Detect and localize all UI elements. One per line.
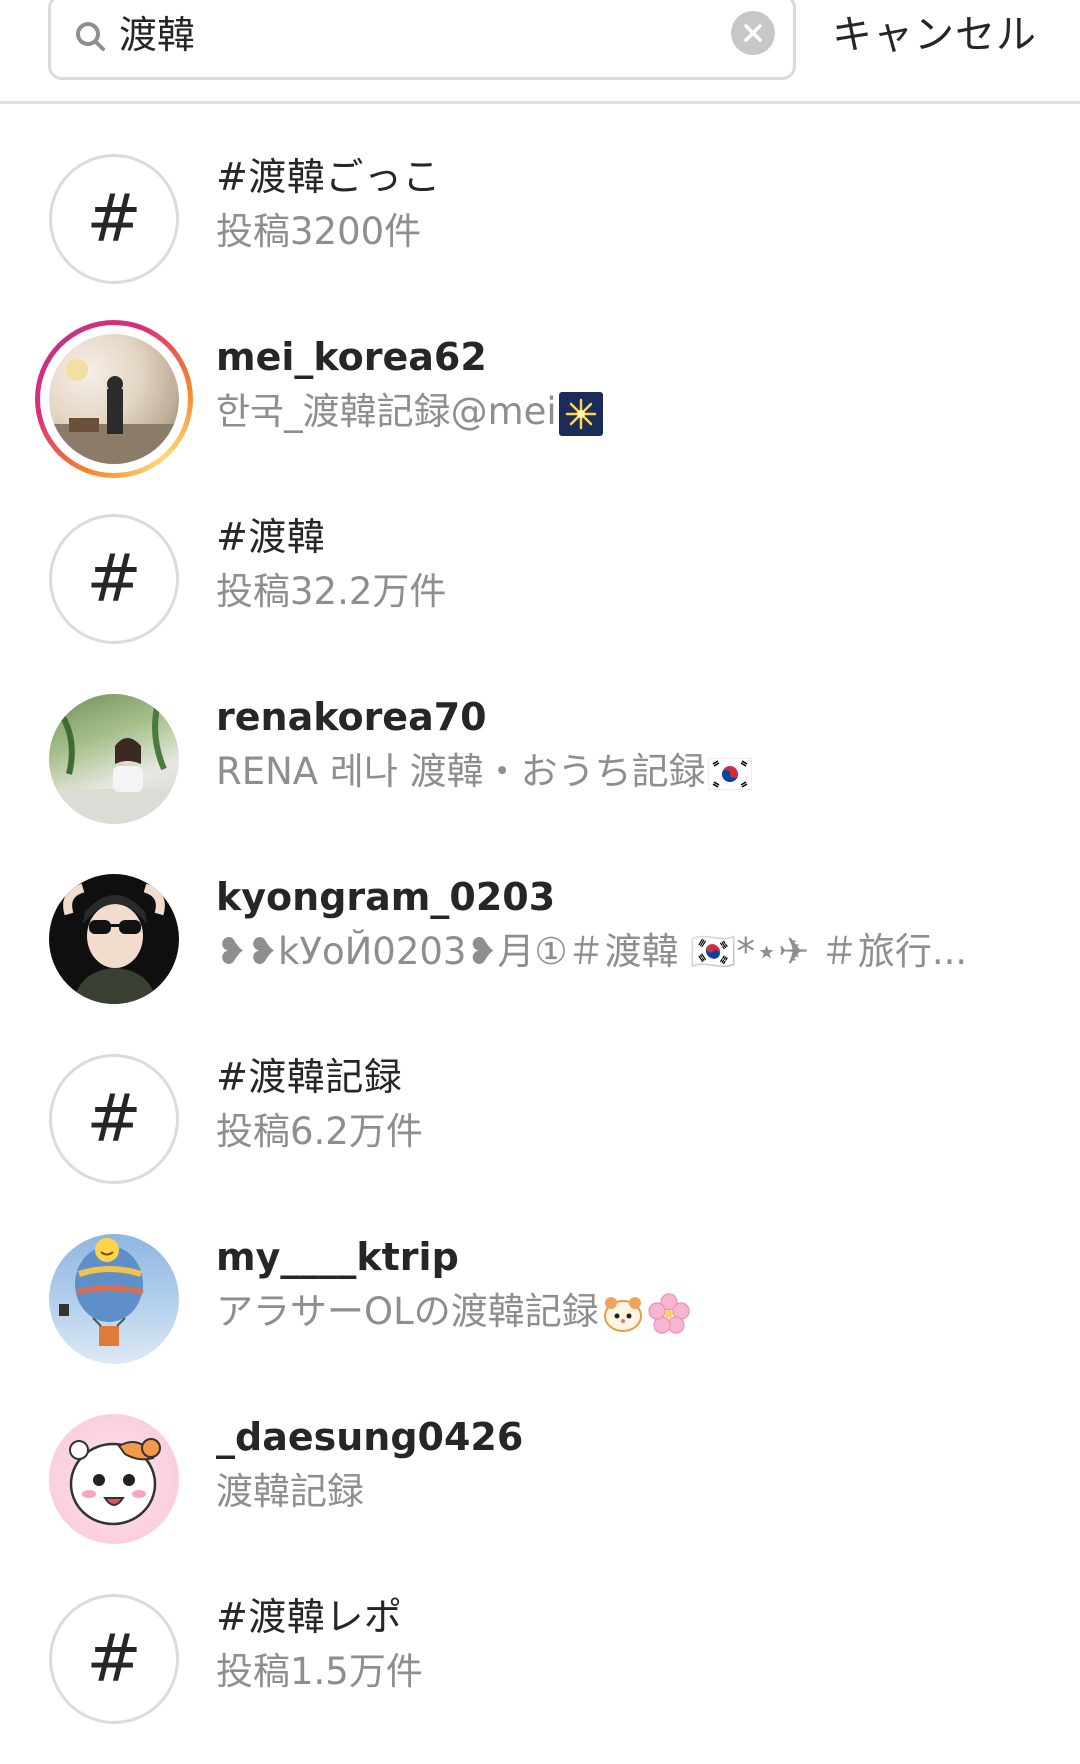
username: _daesung0426 [216,1415,524,1459]
hamster-icon [603,1296,642,1332]
search-header: 渡韓 キャンセル [0,0,1080,104]
username: kyongram_0203 [216,875,556,919]
hashtag-name: #渡韓ごっこ [216,155,441,199]
hashtag-name: #渡韓レポ [216,1595,403,1639]
avatar [49,694,179,824]
hashtag-result[interactable]: # #渡韓記録 投稿6.2万件 [0,1040,1080,1220]
user-result[interactable]: kyongram_0203 ❥❥kУoЙ0203❥月①＃渡韓 🇰🇷*⋆✈ ＃旅行… [0,860,1080,1040]
hashtag-result[interactable]: # #渡韓レポ 投稿1.5万件 [0,1580,1080,1760]
user-result[interactable]: my____ktrip アラサーOLの渡韓記録 [0,1220,1080,1400]
post-count: 投稿6.2万件 [216,1110,423,1153]
korean-flag-icon [707,757,752,790]
post-count: 投稿1.5万件 [216,1650,423,1693]
hashtag-name: #渡韓記録 [216,1055,403,1099]
hashtag-result[interactable]: # #渡韓ごっこ 投稿3200件 [0,140,1080,320]
bio: ❥❥kУoЙ0203❥月①＃渡韓 🇰🇷*⋆✈ ＃旅行... [216,930,968,973]
user-result[interactable]: renakorea70 RENA 레나 渡韓・おうち記録 [0,680,1080,860]
avatar [49,1414,179,1544]
bio: 한국_渡韓記録@mei [216,390,557,433]
hashtag-icon: # [49,1054,179,1184]
avatar [49,874,179,1004]
username: mei_korea62 [216,335,487,379]
search-results-list: # #渡韓ごっこ 投稿3200件 mei_korea62 한국_渡韓記録@mei [0,140,1080,1760]
avatar [49,334,179,464]
hashtag-result[interactable]: # #渡韓 投稿32.2万件 [0,500,1080,680]
hashtag-icon: # [49,154,179,284]
hashtag-name: #渡韓 [216,515,326,559]
post-count: 投稿3200件 [216,210,422,253]
user-result[interactable]: mei_korea62 한국_渡韓記録@mei [0,320,1080,500]
search-query-text[interactable]: 渡韓 [119,9,195,61]
cherry-blossom-icon [648,1292,690,1334]
bio: 渡韓記録 [216,1470,364,1513]
username: renakorea70 [216,695,487,739]
clear-icon[interactable] [731,11,775,55]
username: my____ktrip [216,1235,459,1279]
avatar [49,1234,179,1364]
search-icon [76,22,105,51]
user-result[interactable]: _daesung0426 渡韓記録 [0,1400,1080,1580]
cancel-button[interactable]: キャンセル [832,8,1037,62]
bio: アラサーOLの渡韓記録 [216,1290,599,1333]
hashtag-icon: # [49,1594,179,1724]
search-input[interactable]: 渡韓 [48,0,796,80]
hashtag-icon: # [49,514,179,644]
fireworks-icon [558,391,603,436]
bio: RENA 레나 渡韓・おうち記録 [216,750,706,793]
post-count: 投稿32.2万件 [216,570,447,613]
